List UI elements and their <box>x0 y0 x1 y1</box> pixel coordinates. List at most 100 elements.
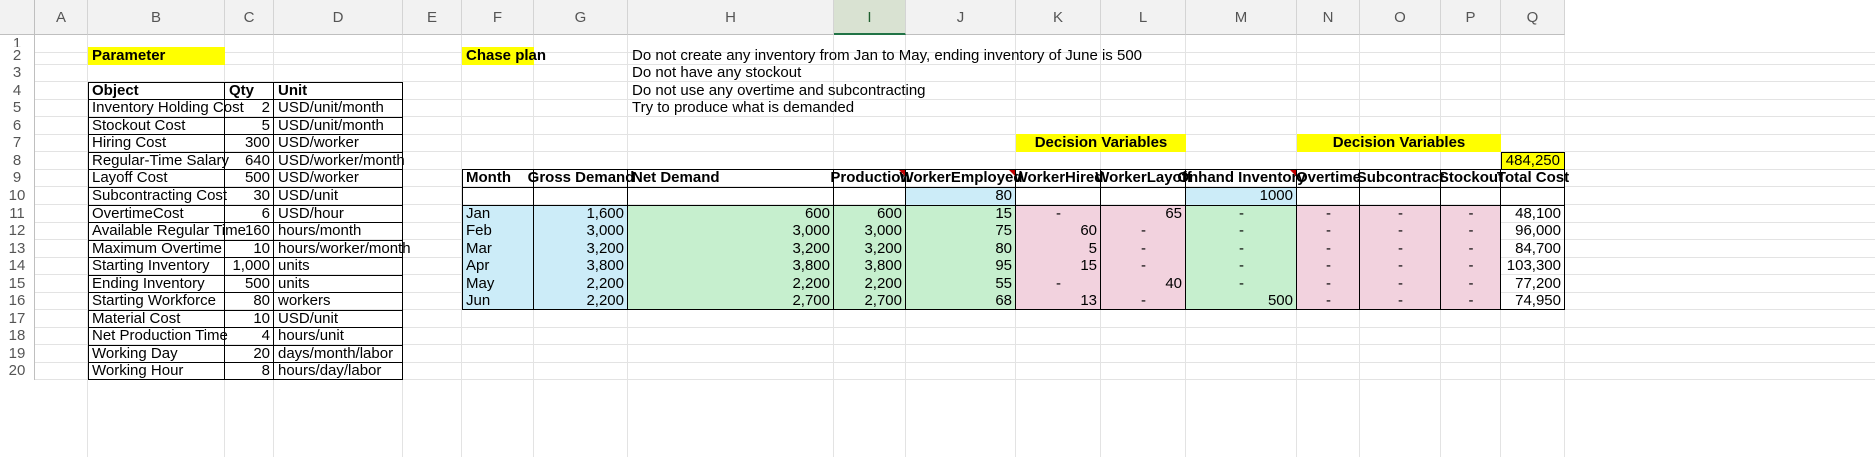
chase-cell-overtime[interactable]: - <box>1297 257 1360 275</box>
parameter-object[interactable]: Regular-Time Salary <box>88 152 229 170</box>
row-header-20[interactable]: 20 <box>0 362 35 380</box>
chase-cell-stockout[interactable]: - <box>1441 292 1501 310</box>
parameter-qty[interactable]: 10 <box>225 310 274 328</box>
parameter-qty[interactable]: 300 <box>225 134 274 152</box>
chase-cell-worker-layoff[interactable]: 40 <box>1101 275 1186 293</box>
parameter-qty[interactable]: 500 <box>225 169 274 187</box>
chase-cell-production[interactable]: 600 <box>834 205 906 223</box>
chase-cell-overtime[interactable]: - <box>1297 240 1360 258</box>
chase-cell-production[interactable]: 2,200 <box>834 275 906 293</box>
chase-plan-note[interactable]: Do not have any stockout <box>628 64 834 82</box>
parameter-qty[interactable]: 1,000 <box>225 257 274 275</box>
column-header-p[interactable]: P <box>1441 0 1501 35</box>
parameter-header-object[interactable]: Object <box>88 82 225 100</box>
column-header-h[interactable]: H <box>628 0 834 35</box>
chase-cell-worker-hired[interactable]: 60 <box>1016 222 1101 240</box>
row-header-19[interactable]: 19 <box>0 345 35 363</box>
chase-cell-worker-layoff[interactable]: - <box>1101 222 1186 240</box>
chase-cell-stockout[interactable]: - <box>1441 222 1501 240</box>
column-header-f[interactable]: F <box>462 0 534 35</box>
chase-cell-worker-hired[interactable]: 5 <box>1016 240 1101 258</box>
chase-cell-net-demand[interactable]: 600 <box>628 205 834 223</box>
parameter-unit[interactable]: USD/worker/month <box>274 152 405 170</box>
parameter-object[interactable]: Maximum Overtime <box>88 240 225 258</box>
row-header-2[interactable]: 2 <box>0 47 35 65</box>
chase-cell-total-cost[interactable]: 48,100 <box>1501 205 1565 223</box>
parameter-object[interactable]: Ending Inventory <box>88 275 225 293</box>
parameter-unit[interactable]: USD/worker <box>274 134 403 152</box>
initial-workers[interactable]: 80 <box>906 187 1016 205</box>
parameter-object[interactable]: Net Production Time <box>88 327 228 345</box>
row-header-6[interactable]: 6 <box>0 117 35 135</box>
chase-plan-title[interactable]: Chase plan <box>462 47 546 65</box>
row-header-15[interactable]: 15 <box>0 275 35 293</box>
chase-cell-onhand-inventory[interactable]: 500 <box>1186 292 1297 310</box>
row-header-5[interactable]: 5 <box>0 99 35 117</box>
chase-plan-note[interactable]: Do not use any overtime and subcontracti… <box>628 82 926 100</box>
row-header-13[interactable]: 13 <box>0 240 35 258</box>
chase-header-worker-employed[interactable]: WorkerEmployed <box>899 169 1022 187</box>
chase-header-subcontract[interactable]: Subcontract <box>1357 169 1445 187</box>
parameter-unit[interactable]: days/month/labor <box>274 345 403 363</box>
column-header-l[interactable]: L <box>1101 0 1186 35</box>
chase-cell-month[interactable]: May <box>462 275 534 293</box>
initial-inventory[interactable]: 1000 <box>1186 187 1297 205</box>
parameter-unit[interactable]: units <box>274 275 403 293</box>
chase-header-net-demand[interactable]: Net Demand <box>628 169 834 187</box>
parameter-unit[interactable]: USD/unit <box>274 187 403 205</box>
parameter-qty[interactable]: 20 <box>225 345 274 363</box>
parameter-qty[interactable]: 80 <box>225 292 274 310</box>
chase-cell-worker-layoff[interactable]: - <box>1101 240 1186 258</box>
parameter-unit[interactable]: USD/unit <box>274 310 403 328</box>
chase-cell-gross-demand[interactable]: 3,200 <box>534 240 628 258</box>
row-header-11[interactable]: 11 <box>0 205 35 223</box>
chase-cell-net-demand[interactable]: 3,800 <box>628 257 834 275</box>
parameter-unit[interactable]: USD/worker <box>274 169 403 187</box>
row-header-7[interactable]: 7 <box>0 134 35 152</box>
chase-cell-worker-hired[interactable]: 13 <box>1016 292 1101 310</box>
column-header-c[interactable]: C <box>225 0 274 35</box>
chase-cell-total-cost[interactable]: 74,950 <box>1501 292 1565 310</box>
comment-indicator-icon[interactable] <box>1009 170 1015 176</box>
chase-plan-note[interactable]: Do not create any inventory from Jan to … <box>628 47 1142 65</box>
row-header-12[interactable]: 12 <box>0 222 35 240</box>
chase-cell-stockout[interactable]: - <box>1441 205 1501 223</box>
row-header-3[interactable]: 3 <box>0 64 35 82</box>
parameter-object[interactable]: OvertimeCost <box>88 205 225 223</box>
comment-indicator-icon[interactable] <box>1290 170 1296 176</box>
chase-cell-stockout[interactable]: - <box>1441 275 1501 293</box>
chase-cell-overtime[interactable]: - <box>1297 205 1360 223</box>
column-header-i[interactable]: I <box>834 0 906 35</box>
row-header-18[interactable]: 18 <box>0 327 35 345</box>
column-header-a[interactable]: A <box>35 0 88 35</box>
chase-cell-overtime[interactable]: - <box>1297 275 1360 293</box>
chase-cell-onhand-inventory[interactable]: - <box>1186 222 1297 240</box>
chase-header-worker-hired[interactable]: WorkerHired <box>1014 169 1104 187</box>
chase-cell-onhand-inventory[interactable]: - <box>1186 257 1297 275</box>
parameter-object[interactable]: Starting Workforce <box>88 292 225 310</box>
chase-cell-onhand-inventory[interactable]: - <box>1186 240 1297 258</box>
chase-cell-total-cost[interactable]: 84,700 <box>1501 240 1565 258</box>
parameter-qty[interactable]: 500 <box>225 275 274 293</box>
parameter-object[interactable]: Hiring Cost <box>88 134 225 152</box>
chase-cell-total-cost[interactable]: 103,300 <box>1501 257 1565 275</box>
chase-cell-gross-demand[interactable]: 2,200 <box>534 275 628 293</box>
chase-plan-note[interactable]: Try to produce what is demanded <box>628 99 854 117</box>
chase-cell-worker-hired[interactable]: - <box>1016 205 1101 223</box>
chase-cell-production[interactable]: 3,200 <box>834 240 906 258</box>
parameter-qty[interactable]: 4 <box>225 327 274 345</box>
column-header-b[interactable]: B <box>88 0 225 35</box>
parameter-qty[interactable]: 10 <box>225 240 274 258</box>
column-header-o[interactable]: O <box>1360 0 1441 35</box>
parameter-header-unit[interactable]: Unit <box>274 82 403 100</box>
parameter-object[interactable]: Inventory Holding Cost <box>88 99 244 117</box>
parameter-qty[interactable]: 6 <box>225 205 274 223</box>
row-header-14[interactable]: 14 <box>0 257 35 275</box>
chase-header-onhand-inventory[interactable]: Onhand Inventory <box>1177 169 1305 187</box>
chase-cell-month[interactable]: Apr <box>462 257 534 275</box>
chase-cell-gross-demand[interactable]: 2,200 <box>534 292 628 310</box>
parameter-unit[interactable]: hours/worker/month <box>274 240 411 258</box>
parameter-unit[interactable]: USD/unit/month <box>274 99 403 117</box>
parameter-unit[interactable]: units <box>274 257 403 275</box>
chase-header-stockout[interactable]: Stockout <box>1439 169 1503 187</box>
